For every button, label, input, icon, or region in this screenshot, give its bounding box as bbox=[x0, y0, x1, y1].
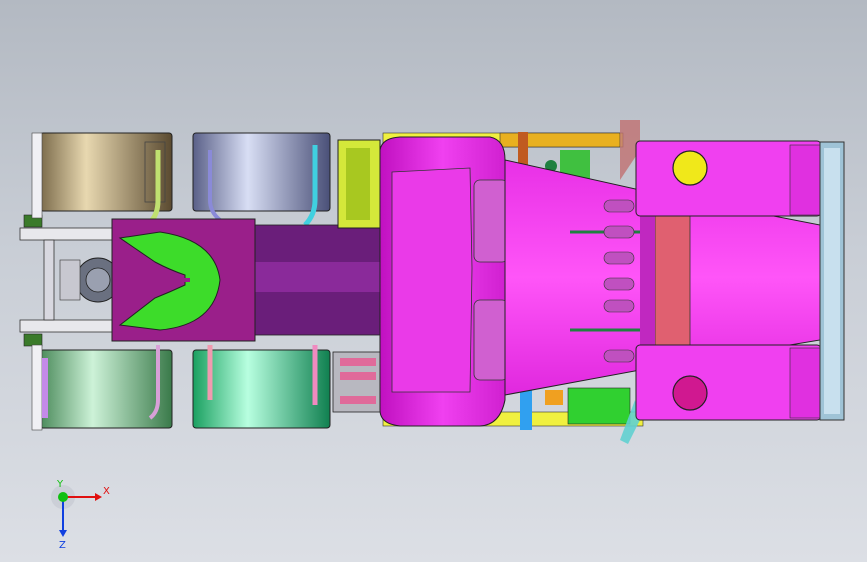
cab[interactable] bbox=[379, 136, 509, 427]
y-axis-icon bbox=[58, 492, 68, 502]
fifth-wheel[interactable] bbox=[111, 218, 256, 342]
tire-rear-right-back[interactable] bbox=[192, 345, 331, 429]
tire-rear-left-back[interactable] bbox=[192, 132, 331, 227]
y-axis-label: Y bbox=[56, 480, 64, 490]
tire-rear-left-front[interactable] bbox=[39, 132, 173, 224]
tire-rear-right-front[interactable] bbox=[39, 345, 173, 429]
z-axis-label: Z bbox=[59, 540, 66, 550]
orientation-triad: X Y Z bbox=[51, 480, 110, 550]
headlight-right-icon bbox=[672, 375, 708, 411]
front-bumper bbox=[819, 141, 845, 421]
cad-viewport[interactable]: X Y Z bbox=[0, 0, 867, 562]
x-axis-label: X bbox=[103, 486, 110, 497]
frame-rails bbox=[254, 224, 381, 336]
truck-model[interactable] bbox=[0, 0, 867, 562]
headlight-left-icon bbox=[672, 150, 708, 186]
